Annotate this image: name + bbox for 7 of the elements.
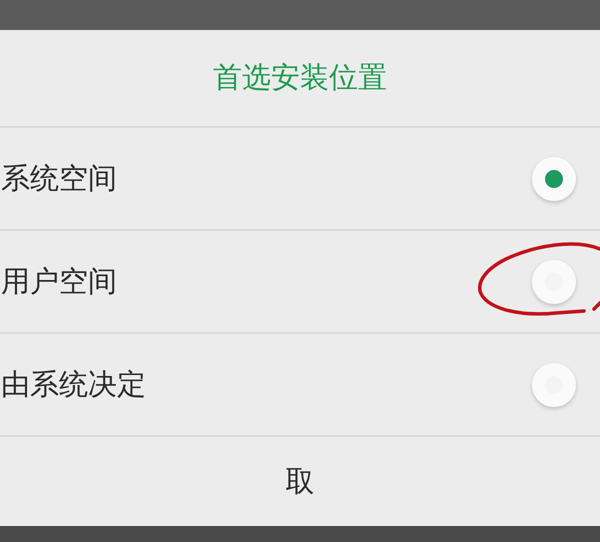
- radio-button[interactable]: [532, 362, 576, 406]
- option-label: 由系统决定: [1, 366, 146, 402]
- option-label: 用户空间: [1, 262, 117, 300]
- radio-button[interactable]: [532, 156, 576, 200]
- radio-button[interactable]: [532, 260, 576, 304]
- option-label: 系统空间: [1, 160, 117, 196]
- dialog-title: 首选安装位置: [0, 30, 600, 128]
